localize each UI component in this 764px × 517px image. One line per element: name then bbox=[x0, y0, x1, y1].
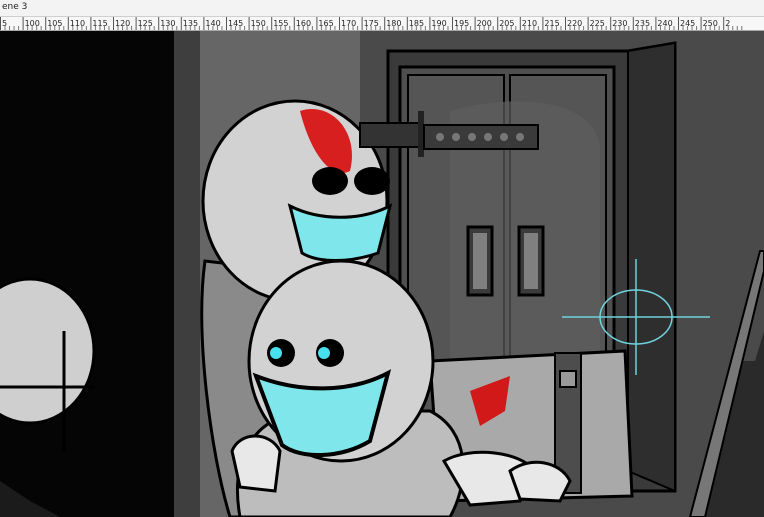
ruler-label: 165 bbox=[318, 19, 333, 28]
ruler-label: 200 bbox=[477, 19, 492, 28]
scene-tab[interactable]: ene 3 bbox=[2, 2, 27, 12]
ruler-label: 185 bbox=[409, 19, 424, 28]
ruler-label: 160 bbox=[296, 19, 311, 28]
ruler-label: 205 bbox=[499, 19, 514, 28]
ruler-label: 105 bbox=[47, 19, 62, 28]
ruler-label: 2 bbox=[725, 19, 730, 28]
ruler-label: 250 bbox=[703, 19, 718, 28]
ruler-label: 220 bbox=[567, 19, 582, 28]
ruler-label: 130 bbox=[160, 19, 175, 28]
scene-artwork bbox=[0, 31, 764, 517]
scene-tab-bar: ene 3 bbox=[0, 0, 764, 17]
ruler-label: 125 bbox=[138, 19, 153, 28]
animation-editor: ene 3 5 100 105 110 115 120 125 130 135 140 145 150… bbox=[0, 0, 764, 517]
ruler-label: 190 bbox=[431, 19, 446, 28]
ruler-label: 225 bbox=[590, 19, 605, 28]
ruler-label: 235 bbox=[635, 19, 650, 28]
ruler-label: 245 bbox=[680, 19, 695, 28]
wall-edge bbox=[174, 31, 204, 517]
ruler-label: 170 bbox=[341, 19, 356, 28]
ruler-ticks: 5 100 105 110 115 120 125 130 135 140 145 150 155 160… bbox=[0, 17, 743, 30]
ruler-label: 150 bbox=[251, 19, 266, 28]
stage-canvas[interactable] bbox=[0, 31, 764, 517]
ruler-label: 175 bbox=[364, 19, 379, 28]
ruler-label: 140 bbox=[205, 19, 220, 28]
timeline-ruler[interactable]: 5 100 105 110 115 120 125 130 135 140 145 150 155 160… bbox=[0, 17, 764, 31]
ruler-label: 145 bbox=[228, 19, 243, 28]
ruler-label: 115 bbox=[92, 19, 107, 28]
ruler-label: 5 bbox=[2, 19, 7, 28]
ruler-label: 100 bbox=[25, 19, 40, 28]
ruler-label: 155 bbox=[273, 19, 288, 28]
ruler-label: 120 bbox=[115, 19, 130, 28]
black-doorway bbox=[0, 31, 174, 517]
ruler-label: 210 bbox=[522, 19, 537, 28]
ruler-label: 110 bbox=[70, 19, 85, 28]
ruler-label: 135 bbox=[183, 19, 198, 28]
ruler-label: 180 bbox=[386, 19, 401, 28]
ruler-label: 230 bbox=[612, 19, 627, 28]
ruler-label: 240 bbox=[657, 19, 672, 28]
ruler-label: 215 bbox=[544, 19, 559, 28]
ruler-label: 195 bbox=[454, 19, 469, 28]
